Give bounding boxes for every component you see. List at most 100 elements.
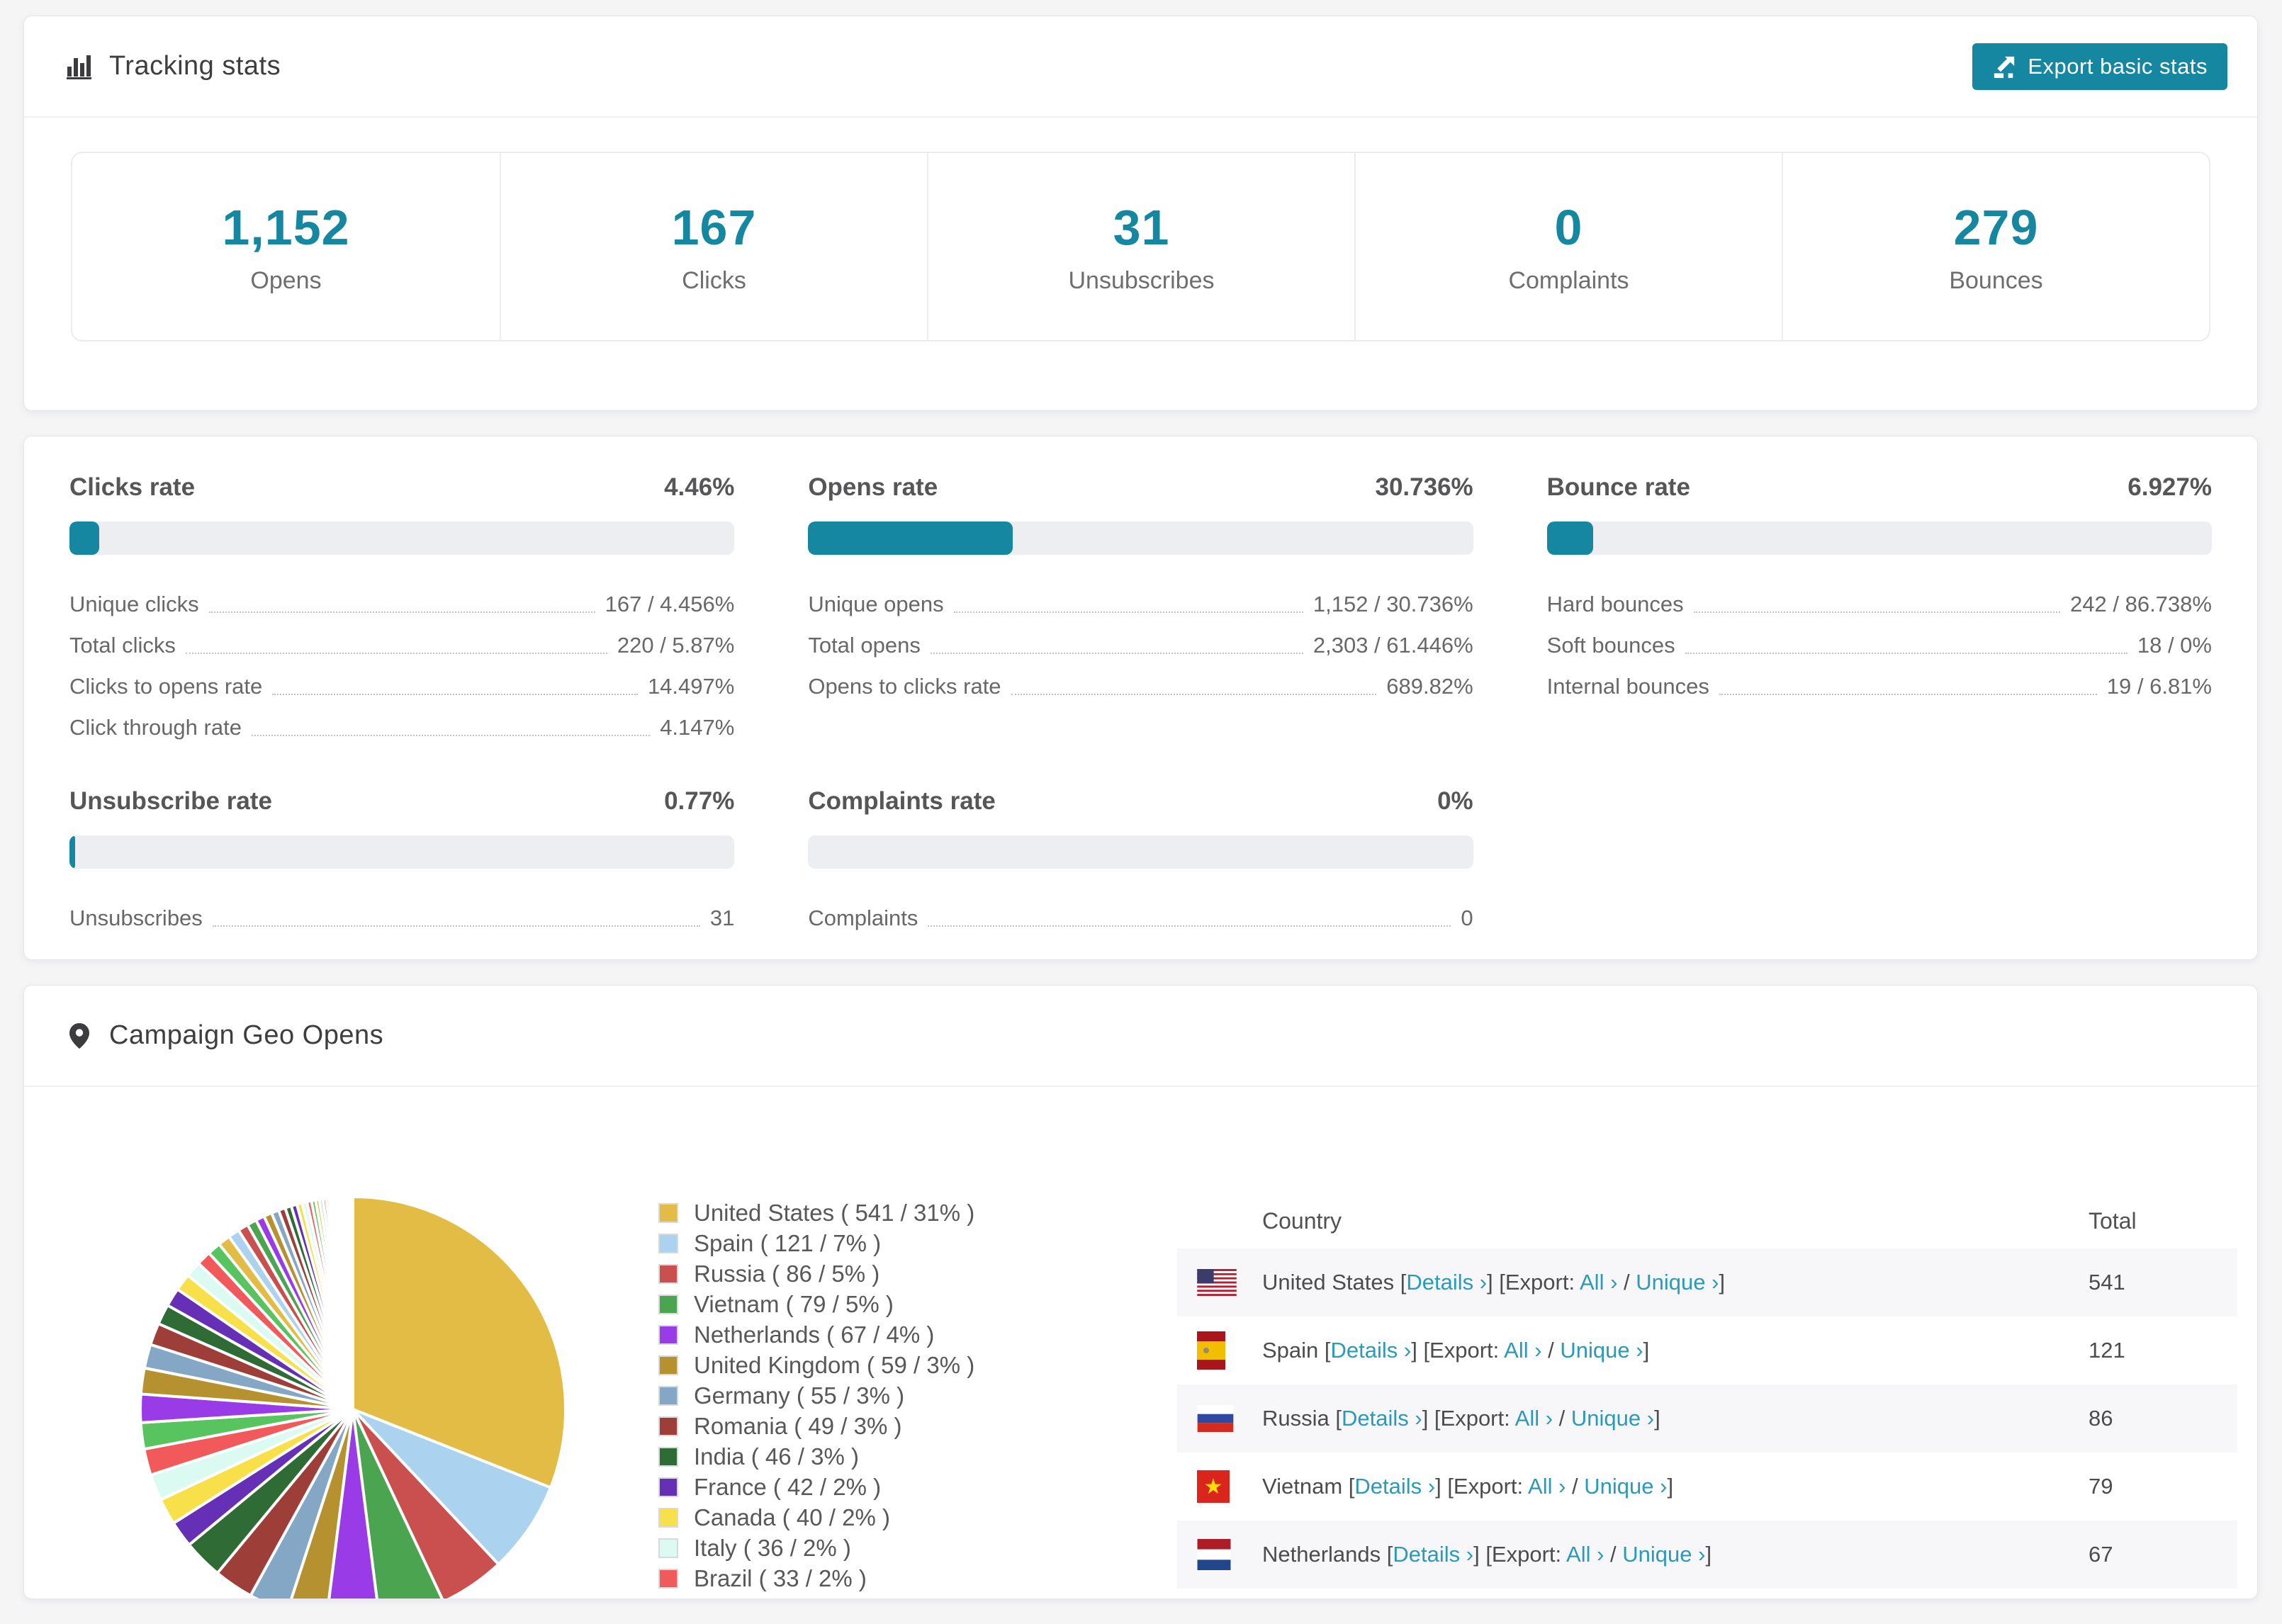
rate-row: Unique clicks 167 / 4.456% — [69, 577, 734, 619]
dotted-leader — [212, 925, 700, 927]
rate-row-label: Opens to clicks rate — [808, 674, 1001, 699]
export-unique-link[interactable]: Unique › — [1584, 1474, 1667, 1499]
export-basic-stats-button[interactable]: Export basic stats — [1972, 43, 2227, 90]
rate-row-value: 19 / 6.81% — [2106, 674, 2212, 699]
legend-swatch — [658, 1355, 678, 1375]
rate-rows: Unique clicks 167 / 4.456% Total clicks 220… — [69, 577, 734, 742]
rate-value: 0.77% — [664, 787, 735, 815]
legend-item: United States ( 541 / 31% ) — [658, 1197, 974, 1228]
legend-item: Germany ( 55 / 3% ) — [658, 1380, 974, 1411]
dotted-leader — [272, 694, 638, 695]
geo-pie-legend: United States ( 541 / 31% ) Spain ( 121 /… — [658, 1197, 974, 1599]
export-label: ] [Export: — [1473, 1542, 1567, 1567]
progress-bar-opens-rate — [808, 521, 1473, 555]
rate-row: Complaints 0 — [808, 891, 1473, 932]
country-cell: United States [Details ›] [Export: All ›… — [1262, 1270, 2089, 1295]
rate-row-value: 0 — [1461, 906, 1473, 930]
legend-label: Netherlands ( 67 / 4% ) — [694, 1321, 935, 1348]
export-icon — [1994, 56, 2015, 78]
bracket-close: ] — [1643, 1338, 1650, 1363]
stat-value: 1,152 — [222, 199, 350, 255]
geo-country-table: Country Total United States [Details ›] … — [1177, 1193, 2237, 1598]
dotted-leader — [1685, 653, 2128, 654]
rate-head: Clicks rate 4.46% — [69, 473, 734, 502]
export-unique-link[interactable]: Unique › — [1622, 1542, 1705, 1567]
details-link[interactable]: Details › — [1331, 1338, 1412, 1363]
summary-stats-row: 1,152 Opens 167 Clicks 31 Unsubscribes 0 Compla… — [71, 152, 2210, 342]
rate-row-value: 167 / 4.456% — [605, 592, 735, 616]
legend-swatch — [658, 1385, 678, 1406]
dotted-leader — [208, 611, 595, 613]
export-all-link[interactable]: All › — [1528, 1474, 1566, 1499]
stat-label: Clicks — [682, 266, 746, 294]
export-all-link[interactable]: All › — [1566, 1542, 1604, 1567]
rate-row-value: 18 / 0% — [2137, 633, 2212, 658]
stat-value: 279 — [1953, 199, 2039, 255]
legend-label: India ( 46 / 3% ) — [694, 1443, 859, 1470]
stat-label: Opens — [250, 266, 322, 294]
geo-pie-chart — [133, 1190, 573, 1598]
table-row-spain: Spain [Details ›] [Export: All › / Uniqu… — [1177, 1316, 2237, 1385]
rate-row-label: Hard bounces — [1546, 592, 1684, 616]
legend-item: Brazil ( 33 / 2% ) — [658, 1563, 974, 1594]
rate-value: 0% — [1437, 787, 1473, 815]
rate-row: Hard bounces 242 / 86.738% — [1547, 577, 2212, 619]
rate-row-value: 242 / 86.738% — [2070, 592, 2212, 616]
details-link[interactable]: Details › — [1354, 1474, 1435, 1499]
rate-row-value: 31 — [709, 906, 735, 930]
rate-rows: Complaints 0 — [808, 891, 1473, 932]
export-all-link[interactable]: All › — [1515, 1406, 1553, 1431]
total-cell: 121 — [2089, 1338, 2125, 1363]
rate-row-value: 1,152 / 30.736% — [1313, 592, 1473, 616]
legend-item: Italy ( 36 / 2% ) — [658, 1533, 974, 1563]
rate-title: Clicks rate — [69, 473, 196, 501]
stat-box-bounces: 279 Bounces — [1782, 153, 2209, 340]
rate-row-label: Unique clicks — [69, 592, 199, 616]
campaign-geo-opens-card: Campaign Geo Opens United States ( 541 /… — [23, 985, 2258, 1599]
link-separator: / — [1566, 1474, 1585, 1499]
export-unique-link[interactable]: Unique › — [1636, 1270, 1719, 1295]
legend-label: Vietnam ( 79 / 5% ) — [694, 1290, 894, 1317]
rate-rows: Unsubscribes 31 — [69, 891, 734, 932]
rate-row-value: 2,303 / 61.446% — [1313, 633, 1473, 658]
dotted-leader — [953, 611, 1303, 613]
stat-value: 0 — [1554, 199, 1583, 255]
progress-bar-fill — [808, 521, 1013, 555]
rate-row-value: 4.147% — [660, 715, 735, 740]
stat-value: 167 — [671, 199, 757, 255]
export-unique-link[interactable]: Unique › — [1571, 1406, 1654, 1431]
export-all-link[interactable]: All › — [1504, 1338, 1541, 1363]
rates-card: Clicks rate 4.46% Unique clicks 167 / 4.456… — [23, 436, 2258, 960]
map-pin-icon — [69, 1022, 89, 1049]
stat-value: 31 — [1113, 199, 1170, 255]
rate-title: Bounce rate — [1546, 473, 1690, 501]
details-link[interactable]: Details › — [1342, 1406, 1422, 1431]
country-name: Russia [ — [1262, 1406, 1342, 1431]
legend-label: South Africa ( 29 / 2% ) — [694, 1596, 934, 1599]
rate-value: 6.927% — [2128, 473, 2212, 501]
dotted-leader — [1719, 694, 2097, 695]
total-cell: 67 — [2089, 1542, 2113, 1567]
export-label: ] [Export: — [1435, 1474, 1529, 1499]
rate-title: Opens rate — [808, 473, 938, 501]
link-separator: / — [1617, 1270, 1636, 1295]
legend-item: South Africa ( 29 / 2% ) — [658, 1594, 974, 1599]
rate-row: Unsubscribes 31 — [69, 891, 734, 932]
country-name: Vietnam [ — [1262, 1474, 1355, 1499]
table-row-united-states: United States [Details ›] [Export: All ›… — [1177, 1248, 2237, 1316]
details-link[interactable]: Details › — [1393, 1542, 1473, 1567]
rate-row-label: Unsubscribes — [69, 906, 203, 930]
legend-item: France ( 42 / 2% ) — [658, 1472, 974, 1502]
stat-label: Complaints — [1508, 266, 1629, 294]
flag-icon-nl — [1177, 1539, 1262, 1570]
details-link[interactable]: Details › — [1406, 1270, 1487, 1295]
export-unique-link[interactable]: Unique › — [1560, 1338, 1643, 1363]
export-label: ] [Export: — [1487, 1270, 1580, 1295]
legend-label: Romania ( 49 / 3% ) — [694, 1412, 902, 1439]
flag-icon-vn: ★ — [1177, 1470, 1262, 1503]
progress-bar-bounce-rate — [1546, 521, 2212, 555]
export-all-link[interactable]: All › — [1580, 1270, 1617, 1295]
rate-head: Bounce rate 6.927% — [1547, 473, 2212, 502]
table-row-united-kingdom: United Kingdom [Details ›] [Export: All … — [1177, 1589, 2237, 1598]
legend-swatch — [658, 1202, 678, 1223]
